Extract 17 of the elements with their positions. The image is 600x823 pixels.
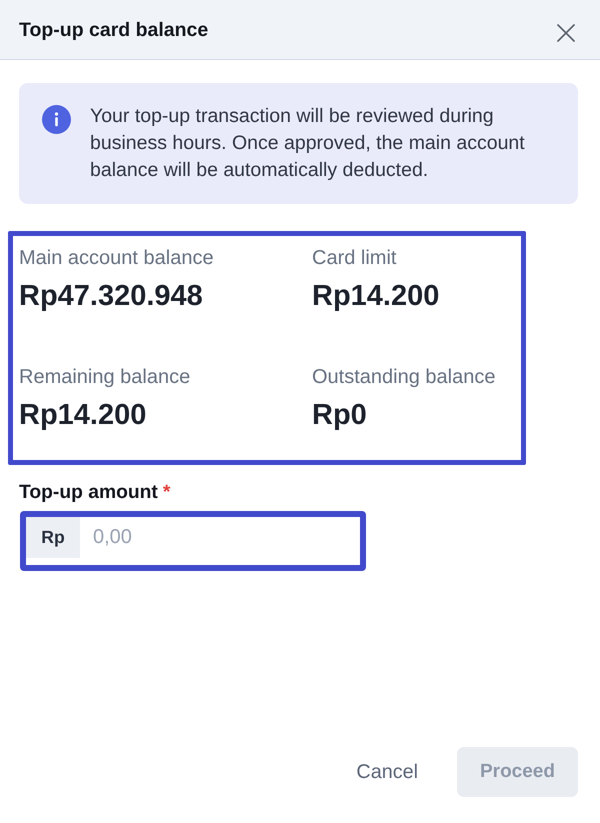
balance-amount: Rp47.320.948: [19, 280, 203, 312]
info-icon: [42, 105, 71, 134]
balance-label: Remaining balance: [19, 366, 190, 388]
cancel-button[interactable]: Cancel: [344, 748, 430, 796]
balance-label: Outstanding balance: [312, 366, 496, 388]
balance-amount: Rp14.200: [19, 399, 146, 431]
balance-amount: Rp14.200: [312, 280, 440, 312]
balance-label: Main account balance: [19, 246, 214, 270]
amount-input-field[interactable]: Rp 0,00: [20, 511, 366, 571]
close-icon: [557, 24, 575, 42]
field-label: Top-up amount: [19, 482, 158, 504]
dialog-title: Top-up card balance: [19, 19, 208, 42]
balance-label: Card limit: [312, 246, 396, 270]
currency-prefix: Rp: [26, 517, 80, 558]
required-mark: *: [162, 482, 170, 504]
balance-amount: Rp0: [312, 399, 367, 431]
info-message: Your top-up transaction will be reviewed during business hours. Once approved, the main account balance will be automatically deducted.: [90, 104, 526, 183]
